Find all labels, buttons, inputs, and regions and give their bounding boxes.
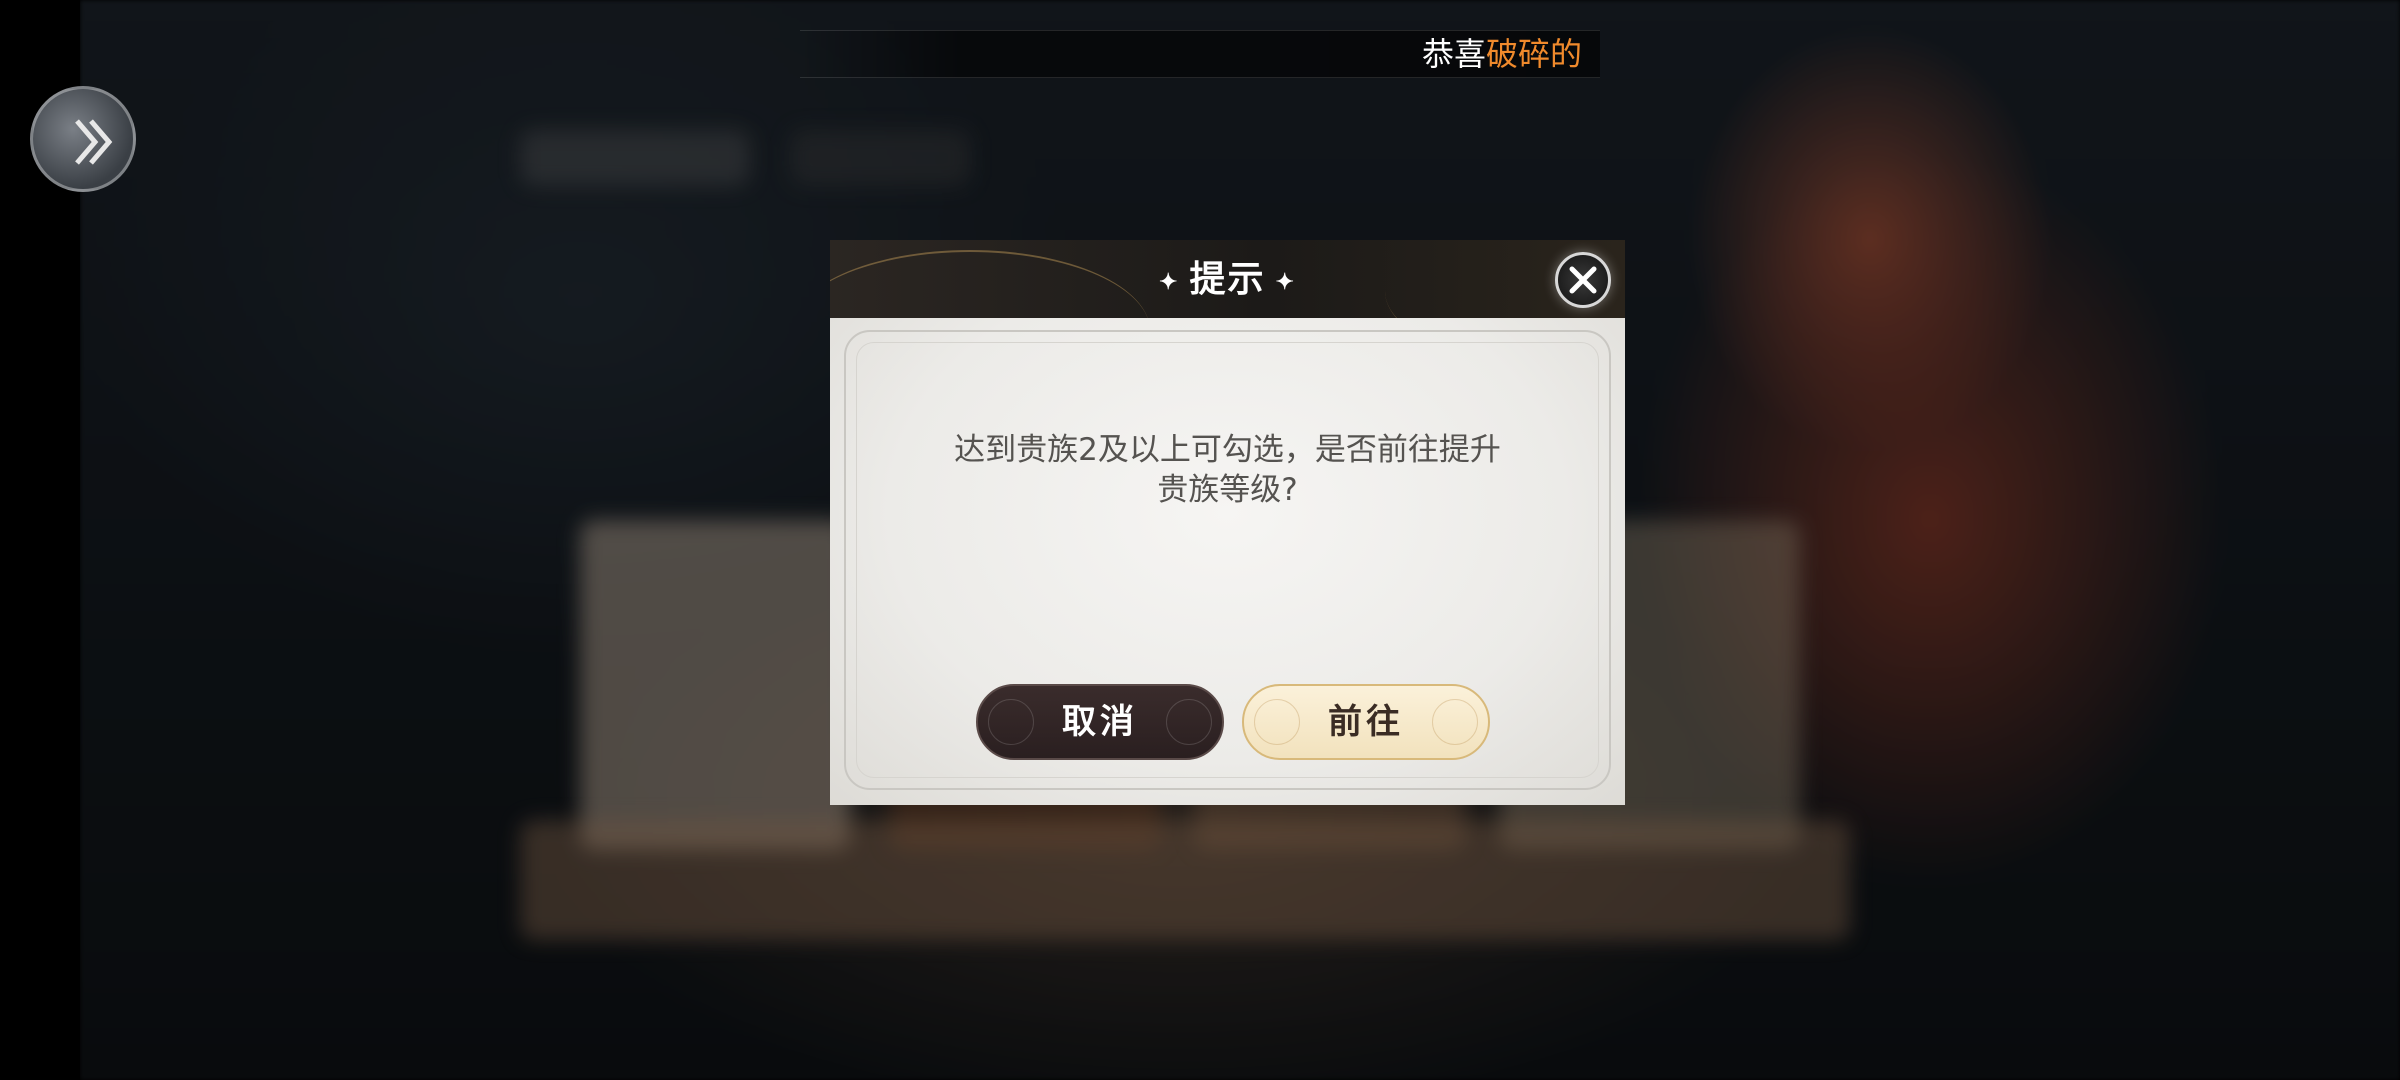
cancel-button[interactable]: 取消	[976, 684, 1224, 760]
button-ornament	[1254, 699, 1300, 745]
side-expand-button[interactable]	[30, 86, 136, 192]
go-button-label: 前往	[1328, 702, 1404, 742]
close-button[interactable]	[1555, 252, 1611, 308]
game-screen: 恭喜破碎的 ✦ 提示 ✦ 达到贵族2及以上可勾选，是否前往提升 贵族等级? 取消…	[0, 0, 2400, 1080]
message-line-2: 贵族等级?	[1157, 472, 1298, 508]
dialog-body: 达到贵族2及以上可勾选，是否前往提升 贵族等级? 取消 前往	[830, 318, 1625, 805]
prompt-dialog: ✦ 提示 ✦ 达到贵族2及以上可勾选，是否前往提升 贵族等级? 取消 前往	[830, 240, 1625, 805]
star-right-icon: ✦	[1275, 269, 1296, 295]
dialog-title: ✦ 提示 ✦	[830, 240, 1625, 318]
chevron-double-right-icon	[75, 119, 113, 165]
star-left-icon: ✦	[1159, 269, 1180, 295]
button-ornament	[988, 699, 1034, 745]
go-button[interactable]: 前往	[1242, 684, 1490, 760]
announcement-marquee: 恭喜破碎的	[800, 30, 1600, 78]
marquee-prefix: 恭喜	[1422, 35, 1487, 73]
close-icon	[1569, 266, 1597, 294]
marquee-highlight: 破碎的	[1486, 35, 1583, 73]
button-ornament	[1432, 699, 1478, 745]
marquee-text: 恭喜破碎的	[1422, 31, 1582, 77]
cancel-button-label: 取消	[1062, 702, 1138, 742]
dialog-title-text: 提示	[1189, 258, 1266, 300]
button-ornament	[1166, 699, 1212, 745]
dialog-header: ✦ 提示 ✦	[830, 240, 1625, 320]
message-line-1: 达到贵族2及以上可勾选，是否前往提升	[954, 432, 1501, 468]
dialog-message: 达到贵族2及以上可勾选，是否前往提升 贵族等级?	[910, 430, 1545, 510]
